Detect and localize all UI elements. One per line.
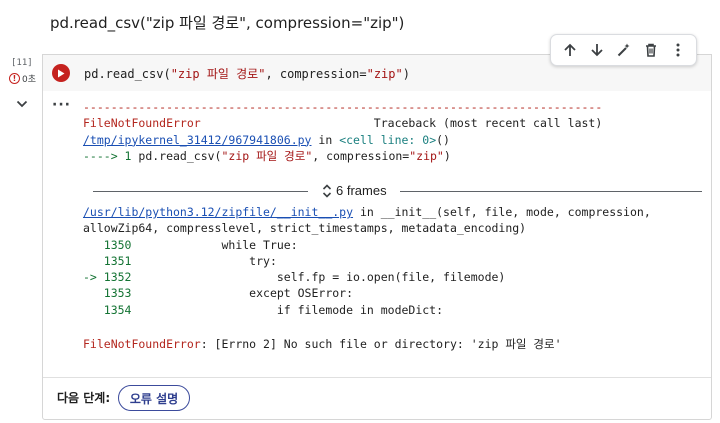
more-options-button[interactable] xyxy=(669,41,687,59)
error-message: FileNotFoundError: [Errno 2] No such fil… xyxy=(83,336,562,352)
divider-left xyxy=(93,191,308,192)
traceback-frame: /usr/lib/python3.12/zipfile/__init__.py … xyxy=(83,205,651,317)
explain-error-button[interactable]: 오류 설명 xyxy=(118,385,190,411)
output-menu-button[interactable]: ··· xyxy=(52,98,71,112)
unfold-more-icon xyxy=(322,183,332,198)
frames-count-label: 6 frames xyxy=(336,183,387,198)
arrow-up-icon xyxy=(563,43,576,56)
zipfile-source-link[interactable]: /usr/lib/python3.12/zipfile/__init__.py xyxy=(83,205,353,219)
exception-name: FileNotFoundError xyxy=(83,116,201,131)
delete-cell-button[interactable] xyxy=(642,41,660,59)
play-icon xyxy=(58,69,65,77)
error-circle-icon: ! xyxy=(9,73,20,84)
next-steps-label: 다음 단계: xyxy=(57,391,111,405)
error-name: FileNotFoundError xyxy=(83,337,201,351)
markdown-text-cell: pd.read_csv("zip 파일 경로", compression="zi… xyxy=(50,14,405,32)
run-cell-button[interactable] xyxy=(52,64,70,82)
execution-count: [11] xyxy=(11,58,33,68)
error-text: : [Errno 2] No such file or directory: '… xyxy=(200,337,562,351)
frames-toggle[interactable]: 6 frames xyxy=(322,183,387,198)
move-up-button[interactable] xyxy=(561,41,579,59)
code-cell[interactable]: pd.read_csv("zip 파일 경로", compression="zi… xyxy=(42,54,712,420)
traceback-output: ----------------------------------------… xyxy=(83,100,603,163)
traceback-file-link[interactable]: /tmp/ipykernel_31412/967941806.py xyxy=(83,133,311,147)
edit-wand-icon xyxy=(617,43,629,57)
chevron-down-icon xyxy=(16,100,28,108)
edit-wand-button[interactable] xyxy=(615,41,633,59)
footer-divider xyxy=(43,377,711,378)
arrow-down-icon xyxy=(590,44,603,57)
divider-right xyxy=(400,191,702,192)
traceback-dashes: ----------------------------------------… xyxy=(83,100,603,114)
execution-status[interactable]: ! 0초 xyxy=(9,72,36,85)
code-editor-line[interactable]: pd.read_csv("zip 파일 경로", compression="zi… xyxy=(84,65,410,82)
more-vert-icon xyxy=(676,43,679,57)
collapse-output-button[interactable] xyxy=(14,96,30,112)
execution-time: 0초 xyxy=(22,75,37,85)
frames-expander[interactable]: 6 frames xyxy=(93,183,702,199)
delete-icon xyxy=(645,43,656,57)
move-down-button[interactable] xyxy=(588,41,606,59)
traceback-label: Traceback (most recent call last) xyxy=(373,116,603,131)
cell-toolbar xyxy=(550,34,697,66)
